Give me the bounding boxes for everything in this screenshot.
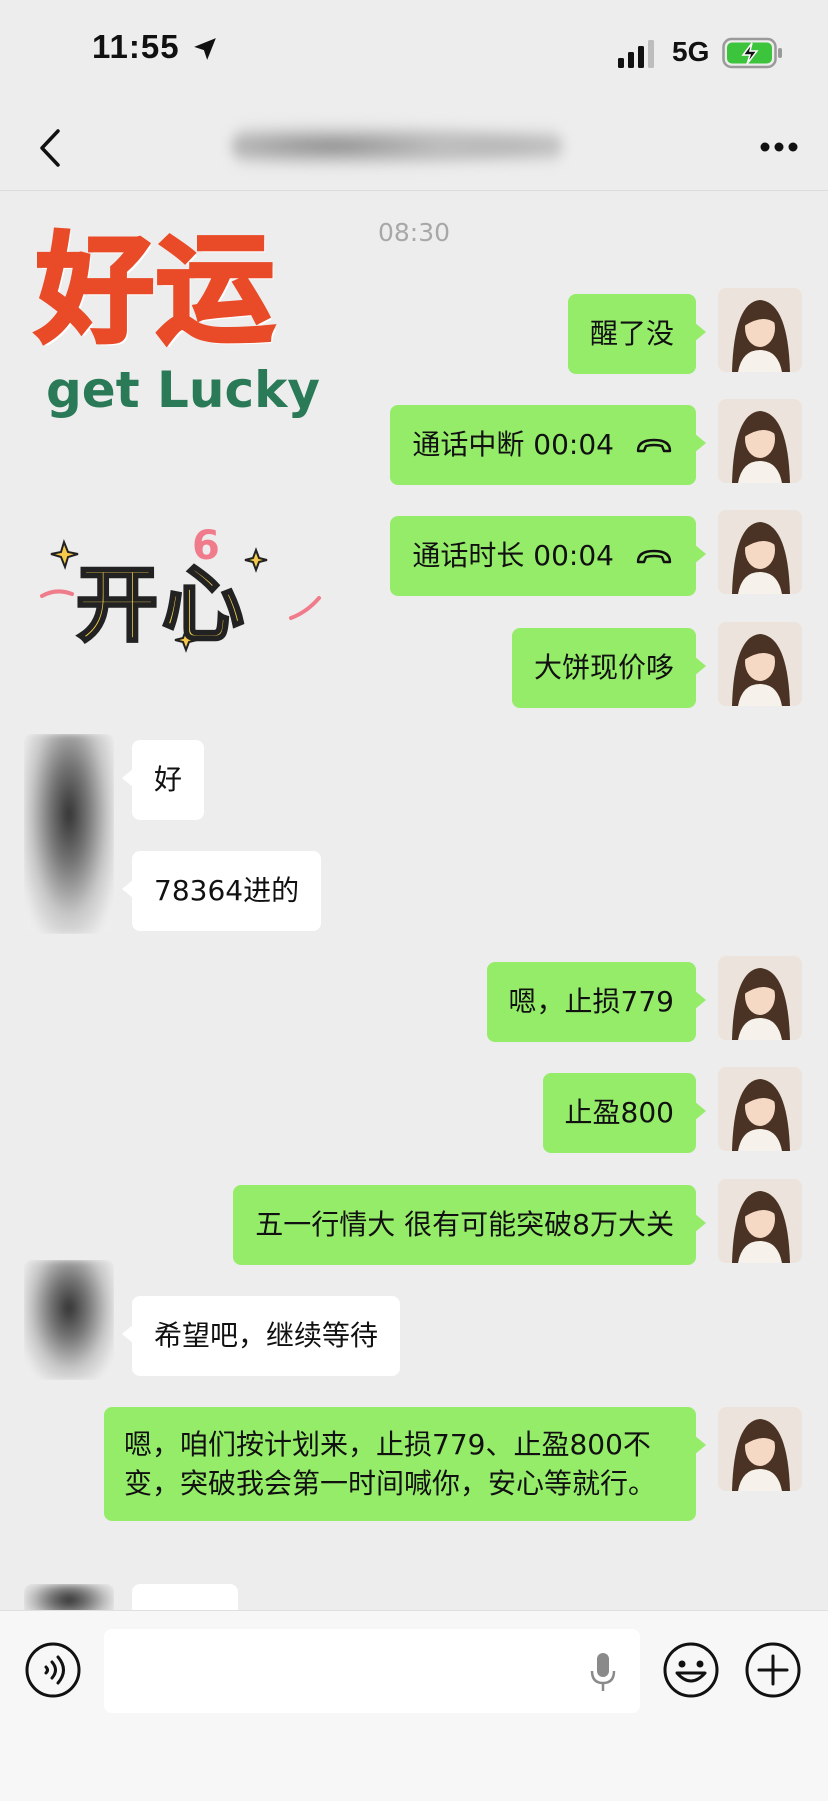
plus-icon[interactable] <box>744 1641 802 1699</box>
avatar[interactable] <box>718 288 802 372</box>
avatar-blur <box>24 734 114 934</box>
avatar[interactable] <box>718 956 802 1040</box>
status-time: 11:55 <box>92 28 180 65</box>
chat-header <box>0 105 828 191</box>
voice-icon[interactable] <box>24 1641 82 1699</box>
avatar[interactable] <box>718 1407 802 1491</box>
sticker-english-text: get Lucky <box>46 361 320 419</box>
avatar-blur <box>24 1260 114 1380</box>
message-bubble[interactable]: 大饼现价哆 <box>511 628 707 708</box>
status-bar: 11:55 5G <box>0 0 828 105</box>
input-bar <box>0 1610 828 1801</box>
good-luck-sticker[interactable]: 好运 get Lucky <box>30 219 350 430</box>
avatar-portrait <box>718 1407 802 1491</box>
message-bubble[interactable]: 嗯，止损779 <box>486 962 707 1042</box>
sticker-mark: 6 <box>192 523 220 569</box>
avatar-portrait <box>718 510 802 594</box>
sticker-chinese-text: 好运 <box>34 219 277 361</box>
avatar-portrait <box>718 956 802 1040</box>
avatar-portrait <box>718 622 802 706</box>
call-status-text: 通话中断 00:04 <box>412 428 614 461</box>
message-input[interactable] <box>104 1629 640 1713</box>
ellipsis-icon[interactable] <box>760 141 798 153</box>
call-interrupted-bubble[interactable]: 通话中断 00:04 <box>390 405 706 485</box>
message-bubble[interactable]: 醒了没 <box>567 294 707 374</box>
message-bubble[interactable]: 希望吧，继续等待 <box>121 1296 401 1376</box>
sticker-happy-text: 开心 <box>74 557 249 655</box>
avatar-blurred[interactable] <box>24 1260 114 1380</box>
message-bubble[interactable]: 好 <box>121 740 205 820</box>
avatar[interactable] <box>718 1067 802 1151</box>
avatar-blurred[interactable] <box>24 734 114 934</box>
microphone-icon[interactable] <box>588 1651 618 1693</box>
avatar[interactable] <box>718 399 802 483</box>
network-type: 5G <box>672 36 710 67</box>
battery-charging-icon <box>722 37 782 69</box>
happy-sticker[interactable]: 开心 6 <box>36 522 336 672</box>
message-bubble[interactable]: 五一行情大 很有可能突破8万大关 <box>233 1185 706 1265</box>
avatar-blurred[interactable] <box>24 1584 114 1610</box>
chat-title-redacted <box>232 123 562 169</box>
avatar[interactable] <box>718 1179 802 1263</box>
location-arrow-icon <box>194 38 216 60</box>
emoji-icon[interactable] <box>662 1641 720 1699</box>
avatar-portrait <box>718 399 802 483</box>
chat-messages[interactable]: 08:30 好运 get Lucky 开心 6 醒了没 通话中断 00:04 通… <box>0 192 828 1610</box>
message-bubble-partial[interactable] <box>132 1584 238 1610</box>
avatar-blur <box>24 1584 114 1610</box>
avatar[interactable] <box>718 622 802 706</box>
signal-bars-icon <box>618 40 654 68</box>
avatar[interactable] <box>718 510 802 594</box>
message-bubble[interactable]: 78364进的 <box>121 851 322 931</box>
call-status-text: 通话时长 00:04 <box>412 539 614 572</box>
hangup-icon <box>636 438 672 453</box>
avatar-portrait <box>718 1067 802 1151</box>
chevron-left-icon[interactable] <box>36 127 66 169</box>
avatar-portrait <box>718 1179 802 1263</box>
message-bubble[interactable]: 止盈800 <box>542 1073 707 1153</box>
avatar-portrait <box>718 288 802 372</box>
hangup-icon <box>636 549 672 564</box>
message-bubble[interactable]: 嗯，咱们按计划来，止损779、止盈800不变，突破我会第一时间喊你，安心等就行。 <box>104 1407 706 1521</box>
call-duration-bubble[interactable]: 通话时长 00:04 <box>390 516 706 596</box>
